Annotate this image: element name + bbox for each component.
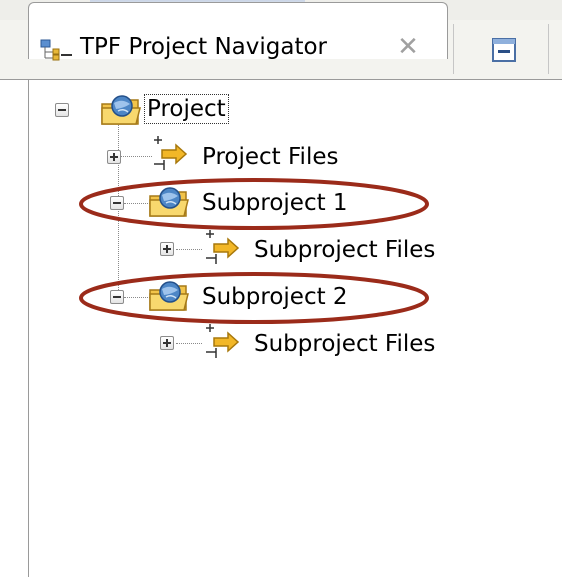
filter-arrow-icon <box>202 322 244 364</box>
tree-guide-line <box>118 120 119 300</box>
tree-node-label: Subproject Files <box>254 237 436 263</box>
expand-toggle-icon[interactable] <box>107 150 121 164</box>
navigator-icon <box>40 38 74 64</box>
tree-node-label: Project <box>144 94 229 124</box>
filter-arrow-icon <box>150 134 192 176</box>
tree-guide-line <box>120 156 152 157</box>
expand-toggle-icon[interactable] <box>160 336 174 350</box>
tree-node-label: Subproject 2 <box>202 284 348 310</box>
tree-node-label: Subproject Files <box>254 331 436 357</box>
tree-guide-line <box>176 249 202 250</box>
close-icon[interactable]: ✕ <box>393 32 423 62</box>
tab-separator <box>548 24 549 74</box>
tree-guide-line <box>124 297 150 298</box>
filter-arrow-icon <box>202 228 244 270</box>
expand-toggle-icon[interactable] <box>160 242 174 256</box>
collapse-toggle-icon[interactable] <box>110 196 124 210</box>
view-left-border <box>28 80 29 577</box>
collapse-all-icon[interactable] <box>490 36 518 64</box>
tab-separator <box>453 24 454 74</box>
project-folder-icon <box>100 92 142 132</box>
collapse-toggle-icon[interactable] <box>110 290 124 304</box>
view-title: TPF Project Navigator <box>80 34 328 60</box>
project-folder-icon <box>148 278 190 318</box>
tree-guide-line <box>176 343 202 344</box>
project-folder-icon <box>148 184 190 224</box>
collapse-toggle-icon[interactable] <box>55 103 69 117</box>
tree-node-label: Project Files <box>202 144 339 170</box>
tree-node-label: Subproject 1 <box>202 190 348 216</box>
tree-guide-line <box>124 203 150 204</box>
